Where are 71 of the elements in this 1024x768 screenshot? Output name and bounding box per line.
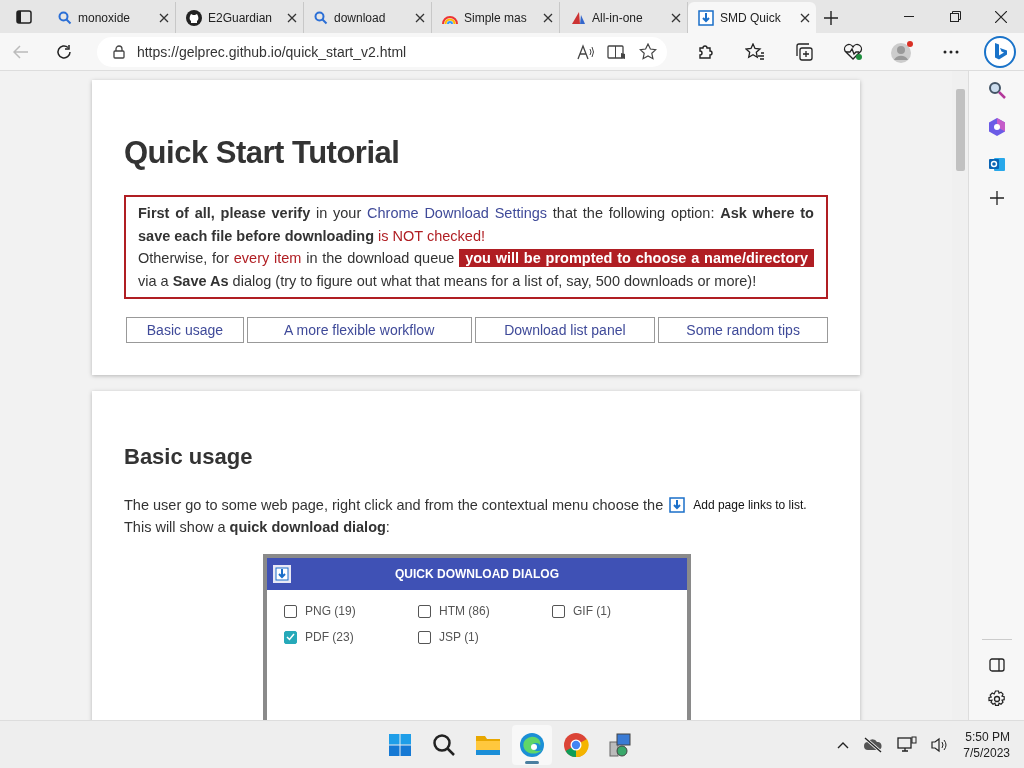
- warning-text: First of all, please verify in your Chrome Download Settings that the following option: Ask where to save each file before downloading is NOT checked! Otherwise, for every item in the download queue you will be prompted to choose a name/directory via a Save As dialog (try to figure out what that means for a list of, say, 500 downloads or more)!: [124, 195, 828, 299]
- search-icon: [58, 10, 72, 25]
- close-icon[interactable]: [800, 12, 810, 23]
- restore-icon[interactable]: [949, 11, 961, 22]
- option-label: HTM (86): [439, 604, 490, 618]
- folder-icon[interactable]: [475, 733, 501, 756]
- download-icon: [669, 497, 686, 513]
- mail-app-icon[interactable]: [987, 155, 1006, 173]
- minimize-icon[interactable]: [904, 15, 914, 18]
- chrome-logo-icon[interactable]: [563, 731, 589, 758]
- option-label: PNG (19): [305, 604, 356, 618]
- close-icon[interactable]: [543, 12, 553, 23]
- page-title: Quick Start Tutorial: [124, 135, 401, 171]
- section-button[interactable]: A more flexible workflow: [246, 317, 472, 343]
- option-label: JSP (1): [439, 630, 479, 644]
- new-tab-icon[interactable]: [824, 10, 838, 25]
- cloud-off-icon[interactable]: [863, 736, 884, 753]
- windows-logo-icon[interactable]: [388, 732, 412, 757]
- checkbox[interactable]: [418, 604, 431, 618]
- section-heading: Basic usage: [124, 444, 254, 470]
- intro-text: The user go to some web page, right click and from the contextual menu choose the: [124, 496, 664, 515]
- download-icon: [698, 9, 714, 26]
- search-icon[interactable]: [987, 81, 1006, 99]
- clock[interactable]: 5:50 PM 7/5/2023: [963, 728, 1010, 761]
- hexagon-logo-icon[interactable]: [987, 117, 1006, 137]
- cat-silhouette-icon: [186, 9, 202, 26]
- tab-actions-icon[interactable]: [16, 9, 32, 24]
- section-button[interactable]: Basic usage: [126, 317, 244, 343]
- checkbox[interactable]: [284, 630, 297, 644]
- result-text: This will show a quick download dialog:: [124, 518, 391, 537]
- bing-logo-icon[interactable]: [983, 35, 1016, 68]
- volume-icon[interactable]: [931, 736, 950, 753]
- scrollbar[interactable]: [952, 71, 968, 720]
- favorites-icon[interactable]: [744, 42, 765, 61]
- more-icon[interactable]: [942, 49, 959, 54]
- menu-item-label: Add page links to list.: [693, 497, 807, 514]
- option-label: GIF (1): [573, 604, 611, 618]
- settings-link[interactable]: Chrome Download Settings: [367, 205, 548, 221]
- section-button[interactable]: Some random tips: [658, 317, 828, 343]
- close-icon[interactable]: [415, 12, 425, 23]
- chevron-up-icon[interactable]: [837, 740, 850, 749]
- browser-tab[interactable]: SMD Quick: [688, 2, 816, 33]
- close-icon[interactable]: [287, 12, 297, 23]
- dialog-title: QUICK DOWNLOAD DIALOG: [394, 567, 560, 581]
- installer-icon[interactable]: [607, 731, 633, 758]
- option-label: PDF (23): [305, 630, 354, 644]
- section-button[interactable]: Download list panel: [474, 317, 656, 343]
- read-aloud-icon[interactable]: [577, 43, 595, 60]
- search-icon[interactable]: [432, 732, 456, 757]
- add-icon[interactable]: [989, 191, 1004, 205]
- checkbox[interactable]: [418, 630, 431, 644]
- sidebar-toggle-icon[interactable]: [988, 658, 1005, 672]
- heartbeat-icon[interactable]: [842, 42, 863, 61]
- favorite-star-icon[interactable]: [639, 42, 657, 61]
- puzzle-icon[interactable]: [696, 42, 715, 61]
- close-icon[interactable]: [995, 10, 1007, 23]
- checkbox[interactable]: [284, 604, 297, 618]
- close-icon[interactable]: [159, 12, 169, 23]
- download-icon: [272, 564, 292, 584]
- lock-icon: [112, 44, 125, 59]
- refresh-icon[interactable]: [55, 43, 72, 60]
- checkbox[interactable]: [552, 604, 565, 618]
- address-bar[interactable]: https://gelprec.github.io/quick_start_v2.html: [96, 36, 667, 67]
- search-icon: [314, 10, 328, 25]
- reader-view-icon[interactable]: [607, 43, 627, 60]
- collections-icon[interactable]: [794, 42, 813, 61]
- network-icon[interactable]: [897, 735, 918, 754]
- close-icon[interactable]: [671, 12, 681, 23]
- avatar-icon[interactable]: [889, 39, 914, 64]
- edge-logo-icon[interactable]: [519, 731, 545, 758]
- settings-icon[interactable]: [987, 690, 1006, 708]
